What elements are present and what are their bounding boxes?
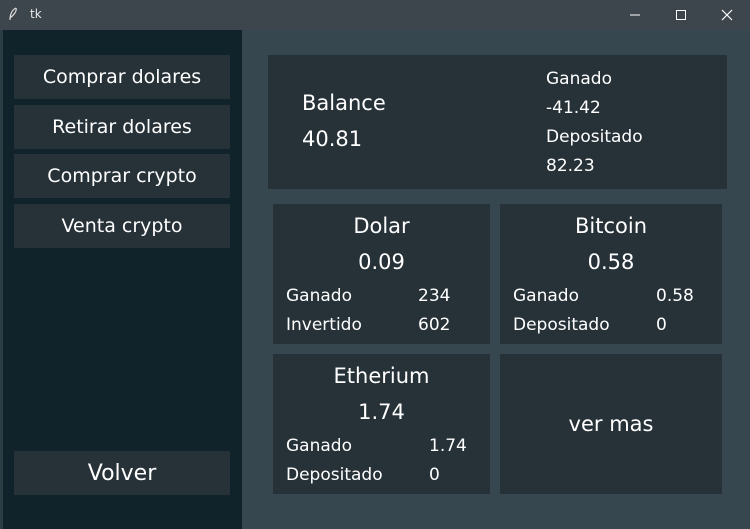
dolar-invested-label: Invertido <box>286 315 362 335</box>
bitcoin-earned-value: 0.58 <box>656 286 694 306</box>
etherium-earned-label: Ganado <box>286 436 352 456</box>
sidebar-edge <box>0 30 3 529</box>
balance-earned-value: -41.42 <box>546 98 601 118</box>
title-bar: tk <box>0 0 750 30</box>
sell-crypto-button[interactable]: Venta crypto <box>14 204 230 248</box>
maximize-icon <box>676 10 686 20</box>
balance-value: 40.81 <box>302 127 363 151</box>
close-icon <box>721 9 733 21</box>
bitcoin-earned-label: Ganado <box>513 286 579 306</box>
view-more-label: ver mas <box>568 412 654 436</box>
balance-card: Balance 40.81 Ganado -41.42 Depositado 8… <box>268 55 727 189</box>
bitcoin-deposited-label: Depositado <box>513 315 610 335</box>
etherium-deposited-value: 0 <box>429 465 440 485</box>
view-more-button[interactable]: ver mas <box>500 354 722 494</box>
etherium-card: Etherium 1.74 Ganado 1.74 Depositado 0 <box>273 354 490 494</box>
withdraw-dollars-button[interactable]: Retirar dolares <box>14 105 230 149</box>
etherium-value: 1.74 <box>358 400 405 424</box>
close-button[interactable] <box>704 0 750 30</box>
etherium-deposited-label: Depositado <box>286 465 383 485</box>
window-title: tk <box>30 7 42 21</box>
dolar-earned-label: Ganado <box>286 286 352 306</box>
minimize-button[interactable] <box>612 0 658 30</box>
dolar-invested-value: 602 <box>418 315 451 335</box>
dolar-earned-value: 234 <box>418 286 451 306</box>
feather-icon <box>9 7 17 21</box>
dolar-title: Dolar <box>353 214 410 238</box>
balance-deposited-label: Depositado <box>546 127 643 147</box>
bitcoin-value: 0.58 <box>587 250 635 274</box>
dolar-value: 0.09 <box>358 250 405 274</box>
bitcoin-title: Bitcoin <box>574 214 647 238</box>
bitcoin-deposited-value: 0 <box>656 315 667 335</box>
back-button[interactable]: Volver <box>14 451 230 495</box>
dolar-card: Dolar 0.09 Ganado 234 Invertido 602 <box>273 204 490 344</box>
etherium-earned-value: 1.74 <box>429 436 467 456</box>
minimize-icon <box>630 14 640 16</box>
buy-crypto-button[interactable]: Comprar crypto <box>14 154 230 198</box>
bitcoin-card: Bitcoin 0.58 Ganado 0.58 Depositado 0 <box>500 204 722 344</box>
maximize-button[interactable] <box>658 0 704 30</box>
balance-deposited-value: 82.23 <box>546 156 595 176</box>
buy-dollars-button[interactable]: Comprar dolares <box>14 55 230 99</box>
etherium-title: Etherium <box>333 364 430 388</box>
balance-earned-label: Ganado <box>546 69 612 89</box>
balance-label: Balance <box>302 91 386 115</box>
